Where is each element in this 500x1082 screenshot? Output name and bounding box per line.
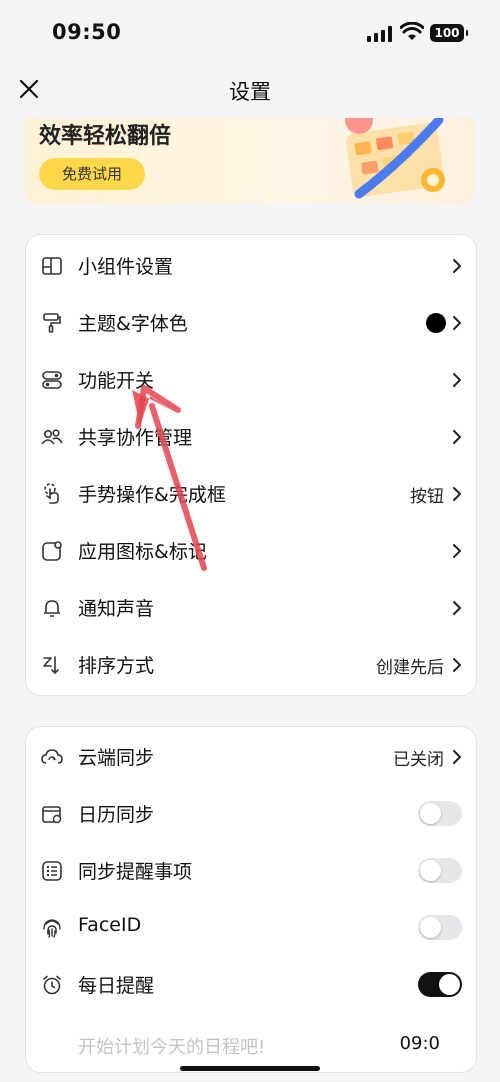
chevron-right-icon — [453, 658, 461, 672]
row-widget-settings[interactable]: 小组件设置 — [26, 237, 476, 294]
battery-indicator: 100 — [430, 24, 468, 42]
row-label: 共享协作管理 — [78, 427, 193, 449]
row-label: 排序方式 — [78, 655, 155, 677]
alarm-icon — [43, 975, 61, 995]
chevron-right-icon — [453, 373, 461, 387]
row-label: 每日提醒 — [78, 975, 155, 997]
toggle-icon — [42, 371, 62, 389]
row-label: FaceID — [78, 914, 142, 936]
page-title: 设置 — [229, 80, 271, 104]
status-bar: 09:50 100 — [0, 0, 500, 62]
faceid-toggle[interactable] — [418, 915, 462, 940]
row-label: 小组件设置 — [78, 256, 174, 278]
row-value: 已关闭 — [393, 750, 444, 770]
reminder-list-icon — [42, 861, 62, 881]
chevron-right-icon — [453, 430, 461, 444]
calendar-illustration-icon — [345, 118, 445, 199]
promo-banner[interactable]: 效率轻松翻倍 免费试用 — [25, 118, 475, 204]
widget-icon — [42, 257, 62, 275]
app-icon — [42, 541, 62, 561]
calendar-sync-icon — [42, 806, 62, 824]
row-daily-reminder[interactable]: 每日提醒 — [26, 956, 476, 1013]
row-label: 主题&字体色 — [78, 313, 188, 335]
sort-icon — [43, 656, 59, 674]
paint-roller-icon — [43, 313, 61, 333]
daily-reminder-time[interactable]: 09:0 — [400, 1033, 440, 1054]
faceid-icon — [43, 919, 61, 938]
chevron-right-icon — [453, 601, 461, 615]
toggle-knob — [420, 917, 441, 938]
row-theme-font-color[interactable]: 主题&字体色 — [26, 294, 476, 351]
daily-reminder-toggle[interactable] — [418, 972, 462, 997]
bell-icon — [44, 600, 60, 617]
row-label: 通知声音 — [78, 598, 155, 620]
chevron-right-icon — [453, 750, 461, 764]
wifi-icon — [400, 22, 424, 40]
calendar-sync-toggle[interactable] — [418, 801, 462, 826]
row-cloud-sync[interactable]: 云端同步 已关闭 — [26, 728, 476, 785]
nav-bar: 设置 — [0, 62, 500, 118]
theme-color-dot — [426, 313, 446, 333]
toggle-knob — [420, 803, 441, 824]
reminders-sync-toggle[interactable] — [418, 858, 462, 883]
row-gesture-checkbox[interactable]: 手势操作&完成框 按钮 — [26, 465, 476, 522]
row-notification-sound[interactable]: 通知声音 — [26, 579, 476, 636]
chevron-right-icon — [453, 487, 461, 501]
settings-group-general: 小组件设置 主题&字体色 功能开关 共享协作管理 手势操作&完成框 按钮 应用图… — [25, 234, 477, 696]
people-icon — [41, 429, 63, 445]
status-time: 09:50 — [52, 20, 122, 44]
chevron-right-icon — [453, 316, 461, 330]
row-feature-switches[interactable]: 功能开关 — [26, 351, 476, 408]
row-value: 按钮 — [410, 487, 444, 507]
row-app-icon-badge[interactable]: 应用图标&标记 — [26, 522, 476, 579]
row-label: 日历同步 — [78, 804, 155, 826]
toggle-knob — [439, 974, 460, 995]
settings-group-sync: 云端同步 已关闭 日历同步 同步提醒事项 FaceID 每日提醒 开始计划今天的… — [25, 726, 477, 1073]
toggle-knob — [420, 860, 441, 881]
row-label: 手势操作&完成框 — [78, 484, 226, 506]
row-sort-order[interactable]: 排序方式 创建先后 — [26, 636, 476, 693]
row-label: 同步提醒事项 — [78, 861, 193, 883]
daily-reminder-hint: 开始计划今天的日程吧! — [78, 1037, 266, 1058]
gesture-icon — [44, 483, 59, 504]
row-reminders-sync[interactable]: 同步提醒事项 — [26, 842, 476, 899]
chevron-right-icon — [453, 259, 461, 273]
row-calendar-sync[interactable]: 日历同步 — [26, 785, 476, 842]
promo-title: 效率轻松翻倍 — [39, 124, 172, 149]
row-faceid[interactable]: FaceID — [26, 899, 476, 956]
chevron-right-icon — [453, 544, 461, 558]
row-label: 云端同步 — [78, 747, 155, 769]
free-trial-button[interactable]: 免费试用 — [39, 158, 145, 190]
home-indicator[interactable] — [180, 1066, 320, 1071]
row-value: 创建先后 — [376, 658, 444, 678]
row-label: 功能开关 — [78, 370, 155, 392]
cloud-sync-icon — [41, 749, 63, 764]
cellular-signal-icon — [367, 26, 392, 42]
row-share-collaboration[interactable]: 共享协作管理 — [26, 408, 476, 465]
row-label: 应用图标&标记 — [78, 541, 207, 563]
